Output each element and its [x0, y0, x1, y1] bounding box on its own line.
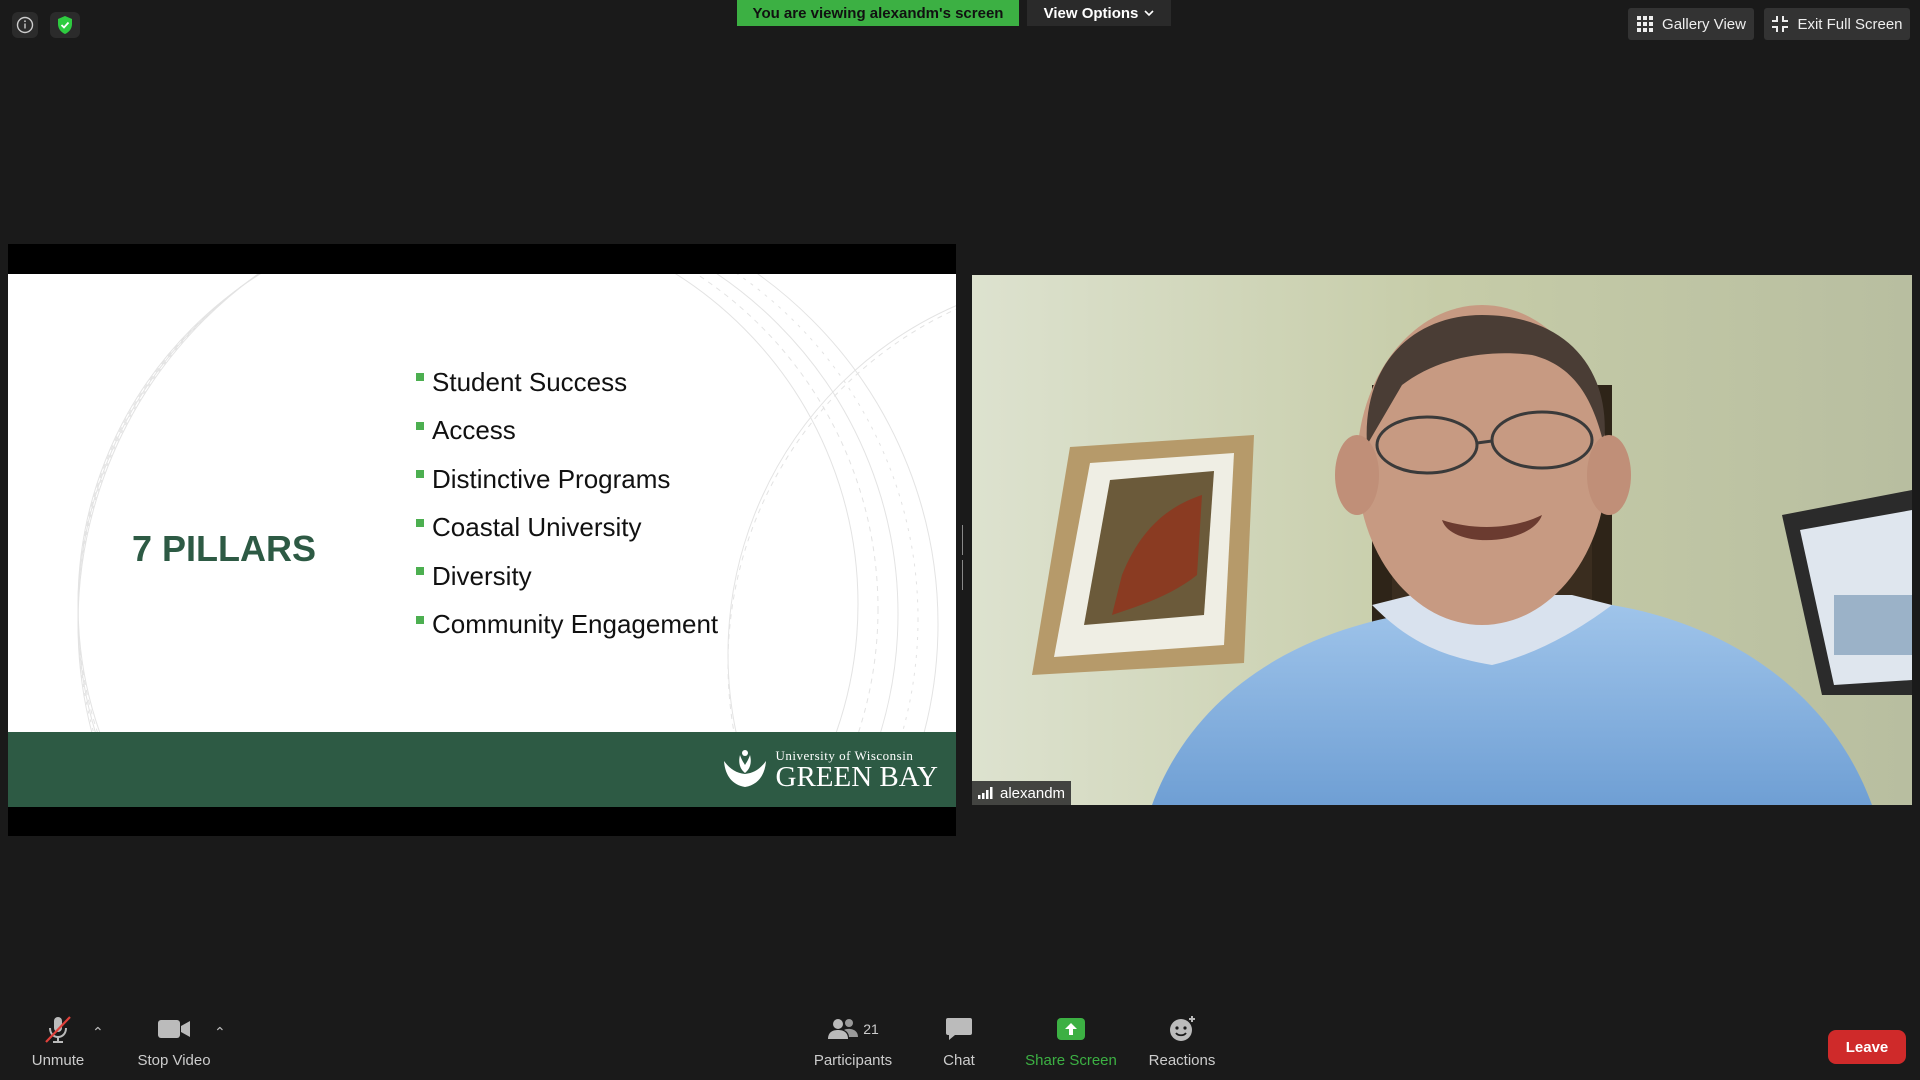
chat-bubble-icon: [946, 1018, 972, 1040]
view-options-button[interactable]: View Options: [1027, 0, 1171, 26]
reactions-smiley-icon: [1170, 1016, 1195, 1041]
view-options-label: View Options: [1043, 4, 1139, 22]
info-icon: [16, 16, 34, 34]
stop-video-button[interactable]: Stop Video: [130, 1012, 218, 1069]
shield-check-icon: [58, 16, 72, 34]
reactions-button[interactable]: Reactions: [1146, 1012, 1218, 1069]
meeting-info-button[interactable]: [12, 12, 38, 38]
audio-options-caret[interactable]: ⌃: [92, 1024, 104, 1041]
list-item: Student Success: [416, 358, 718, 407]
presentation-slide: 7 PILLARS Student Success Access Distinc…: [8, 274, 956, 807]
video-options-caret[interactable]: ⌃: [214, 1024, 226, 1041]
participants-label: Participants: [813, 1052, 893, 1069]
share-screen-button[interactable]: Share Screen: [1022, 1012, 1120, 1069]
bullet-icon: [416, 373, 424, 382]
reactions-label: Reactions: [1148, 1052, 1216, 1069]
leave-button[interactable]: Leave: [1828, 1030, 1906, 1064]
video-frame-image: [972, 275, 1912, 805]
logo-line2: GREEN BAY: [775, 761, 938, 793]
participants-icon: [828, 1019, 859, 1039]
video-camera-icon: [158, 1020, 190, 1038]
slide-title: 7 PILLARS: [132, 528, 317, 569]
slide-footer: University of Wisconsin GREEN BAY: [8, 732, 956, 807]
list-item-text: Access: [432, 415, 516, 446]
signal-strength-icon: [978, 787, 993, 799]
bullet-icon: [416, 567, 424, 576]
unmute-label: Unmute: [31, 1052, 85, 1069]
chevron-down-icon: [1144, 10, 1154, 17]
unmute-button[interactable]: Unmute: [22, 1012, 94, 1069]
bullet-icon: [416, 518, 424, 527]
share-screen-label: Share Screen: [1025, 1052, 1117, 1069]
share-screen-icon: [1057, 1018, 1085, 1040]
list-item: Diversity: [416, 552, 718, 601]
exit-full-screen-label: Exit Full Screen: [1797, 15, 1903, 33]
gallery-view-button[interactable]: Gallery View: [1628, 8, 1754, 40]
participants-button[interactable]: 21 Participants: [808, 1012, 898, 1069]
participant-name: alexandm: [1000, 784, 1066, 802]
gallery-view-label: Gallery View: [1662, 15, 1746, 33]
microphone-muted-icon: [45, 1016, 71, 1043]
security-button[interactable]: [50, 12, 80, 38]
list-item: Access: [416, 407, 718, 456]
phoenix-logo-icon: [723, 750, 766, 787]
participant-video: [972, 275, 1912, 805]
bullet-icon: [416, 615, 424, 624]
exit-full-screen-icon: [1772, 16, 1789, 32]
list-item: Distinctive Programs: [416, 455, 718, 504]
logo-text: University of Wisconsin GREEN BAY: [775, 748, 938, 793]
exit-full-screen-button[interactable]: Exit Full Screen: [1764, 8, 1910, 40]
list-item-text: Student Success: [432, 366, 628, 397]
pillars-list: Student Success Access Distinctive Progr…: [416, 358, 718, 649]
participants-count: 21: [863, 1021, 879, 1037]
list-item-text: Coastal University: [432, 512, 642, 543]
chat-button[interactable]: Chat: [924, 1012, 994, 1069]
university-logo: University of Wisconsin GREEN BAY: [722, 748, 938, 793]
bullet-icon: [416, 421, 424, 430]
list-item-text: Distinctive Programs: [432, 463, 671, 494]
list-item-text: Community Engagement: [432, 609, 719, 640]
list-item-text: Diversity: [432, 560, 532, 591]
list-item: Coastal University: [416, 504, 718, 553]
panel-splitter[interactable]: [962, 525, 966, 590]
viewing-screen-banner: You are viewing alexandm's screen: [737, 0, 1019, 26]
stop-video-label: Stop Video: [137, 1052, 211, 1069]
bullet-icon: [416, 470, 424, 479]
grid-icon: [1637, 16, 1654, 32]
list-item: Community Engagement: [416, 601, 718, 650]
participant-name-tag: alexandm: [972, 781, 1072, 805]
chat-label: Chat: [943, 1052, 975, 1069]
